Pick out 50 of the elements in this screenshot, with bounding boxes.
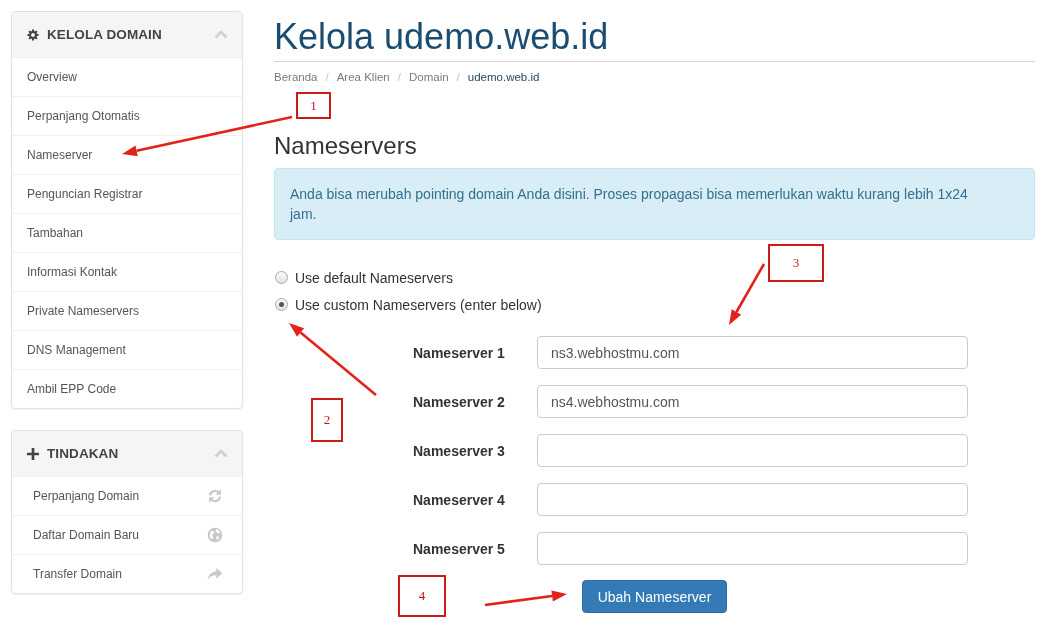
breadcrumb-separator: / [456,70,460,85]
nameserver-label: Nameserver 1 [413,344,506,361]
plus-icon [27,447,39,460]
sidebar-item[interactable]: Ambil EPP Code [12,369,242,408]
share-arrow-icon [207,566,223,582]
nameserver-input[interactable]: ns4.webhostmu.com [537,385,968,418]
annotation-number: 3 [768,244,824,282]
sidebar-item[interactable]: Tambahan [12,213,242,252]
annotation-arrow [729,263,766,325]
page-title: Kelola udemo.web.id [274,17,609,57]
radio-button[interactable] [275,298,288,311]
breadcrumb-link[interactable]: Area Klien [336,69,390,85]
sidebar-item[interactable]: DNS Management [12,330,242,369]
breadcrumb-link[interactable]: Beranda [274,69,318,85]
radio-label[interactable]: Use custom Nameservers (enter below) [295,296,542,313]
sidebar-item[interactable]: Informasi Kontak [12,252,242,291]
annotation-number: 4 [398,575,446,617]
nameserver-input[interactable]: ns3.webhostmu.com [537,336,968,369]
submit-button[interactable]: Ubah Nameserver [582,580,727,613]
nameserver-label: Nameserver 3 [413,442,506,459]
annotation-number: 1 [296,92,331,119]
radio-button[interactable] [275,271,288,284]
annotation-number: 2 [311,398,343,442]
section-heading: Nameservers [274,132,417,160]
sidebar-item[interactable]: Perpanjang Otomatis [12,96,242,135]
sidebar-action-link[interactable]: Perpanjang Domain [12,476,242,515]
info-alert: Anda bisa merubah pointing domain Anda disini. Proses propagasi bisa memerlukan waktu kurang lebih 1x24 jam. [274,168,1035,240]
breadcrumb-separator: / [397,70,401,85]
nameserver-label: Nameserver 5 [413,540,506,557]
sidebar-action-link[interactable]: Daftar Domain Baru [12,515,242,554]
sidebar-item[interactable]: Private Nameservers [12,291,242,330]
nameserver-input[interactable] [537,483,968,516]
panel-title: TINDAKAN [47,446,120,461]
nameserver-label: Nameserver 2 [413,393,506,410]
sidebar-action-link[interactable]: Transfer Domain [12,554,242,593]
chevron-up-icon[interactable] [214,449,228,458]
panel-title: KELOLA DOMAIN [47,27,163,42]
sidebar-item[interactable]: Overview [12,57,242,96]
breadcrumb-link[interactable]: udemo.web.id [467,69,540,85]
breadcrumb-link[interactable]: Domain [408,69,449,85]
radio-label[interactable]: Use default Nameservers [295,269,453,286]
nameserver-input[interactable] [537,532,968,565]
globe-icon [207,527,223,543]
refresh-icon [207,488,223,504]
nameserver-input[interactable] [537,434,968,467]
sidebar-item[interactable]: Penguncian Registrar [12,174,242,213]
nameserver-label: Nameserver 4 [413,491,506,508]
gear-icon [27,28,39,41]
breadcrumb-separator: / [325,70,329,85]
chevron-up-icon[interactable] [214,30,228,39]
